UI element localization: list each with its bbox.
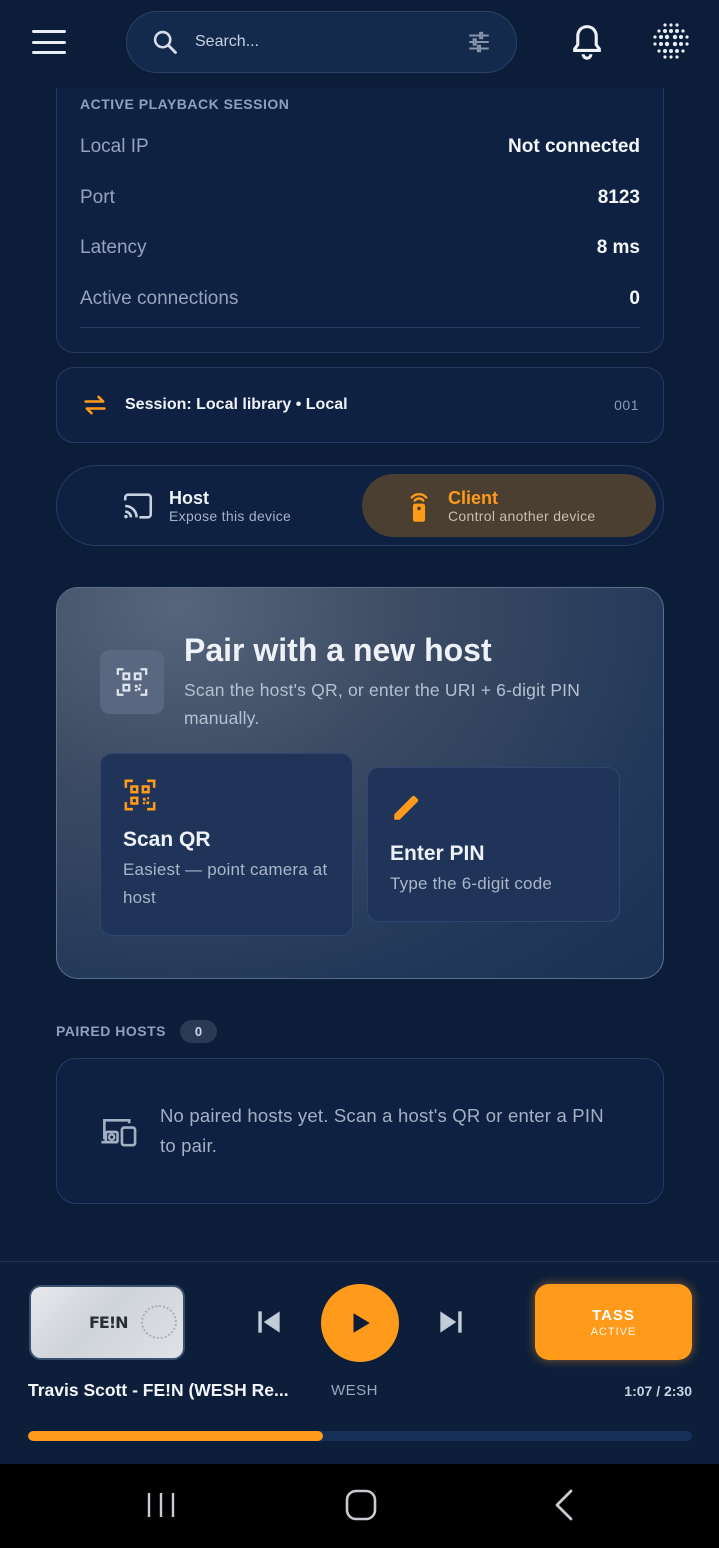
devices-icon (101, 1118, 137, 1147)
info-row-latency: Latency 8 ms (80, 237, 640, 259)
paired-hosts-empty-card: No paired hosts yet. Scan a host's QR or… (56, 1058, 664, 1204)
mode-toggle: Host Expose this device Client Control a… (56, 465, 664, 546)
info-value: 8123 (597, 187, 640, 208)
remote-control-icon (410, 492, 428, 522)
menu-line (32, 51, 66, 54)
enter-pin-title: Enter PIN (390, 842, 485, 865)
host-mode-title: Host (169, 487, 209, 508)
scan-qr-button[interactable]: Scan QR Easiest — point camera at host (100, 753, 353, 936)
info-label: Local IP (80, 136, 149, 157)
play-icon (353, 1313, 370, 1333)
progress-bar[interactable] (28, 1431, 692, 1441)
paired-hosts-count-badge: 0 (180, 1020, 217, 1043)
home-icon[interactable] (344, 1488, 378, 1522)
info-row-port: Port 8123 (80, 187, 640, 209)
session-id: 001 (614, 397, 639, 413)
album-art-logo: FE!N (89, 1313, 129, 1332)
tass-status: ACTIVE (590, 1325, 637, 1338)
info-value: 8 ms (596, 237, 640, 258)
back-icon[interactable] (551, 1488, 577, 1522)
info-label: Latency (80, 237, 147, 258)
pair-subtitle: Scan the host's QR, or enter the URI + 6… (184, 680, 581, 728)
session-card[interactable]: Session: Local library • Local 001 (56, 367, 664, 443)
swap-arrows-icon (84, 395, 106, 415)
client-mode-title: Client (448, 487, 499, 508)
album-art[interactable]: FE!N (29, 1285, 185, 1360)
pair-title: Pair with a new host (184, 632, 492, 668)
menu-line (32, 40, 66, 44)
tass-label: TASS (592, 1306, 635, 1324)
tune-sliders-icon[interactable] (466, 29, 492, 55)
divider (80, 327, 640, 328)
info-label: Port (80, 187, 115, 208)
client-mode-option[interactable]: Client Control another device (362, 474, 656, 537)
skip-next-icon[interactable] (434, 1306, 468, 1338)
dot-grid-icon[interactable] (650, 20, 692, 62)
bell-icon[interactable] (568, 22, 606, 62)
host-mode-option[interactable]: Host Expose this device (63, 474, 359, 537)
track-title: Travis Scott - FE!N (WESH Re... (28, 1380, 289, 1400)
play-button[interactable] (321, 1284, 399, 1362)
pair-panel: Pair with a new host Scan the host's QR,… (56, 587, 664, 979)
scan-qr-title: Scan QR (123, 828, 211, 851)
cast-icon (123, 492, 153, 519)
track-artist: WESH (331, 1382, 378, 1399)
menu-line (32, 30, 66, 33)
progress-fill (28, 1431, 324, 1441)
pencil-icon (394, 795, 419, 820)
session-label: Session: Local library • Local (125, 396, 348, 413)
menu-button[interactable] (30, 26, 68, 58)
empty-state-text: No paired hosts yet. Scan a host's QR or… (160, 1105, 604, 1156)
paired-hosts-label: PAIRED HOSTS (56, 1023, 166, 1039)
qr-code-icon (116, 668, 148, 696)
info-value: Not connected (508, 136, 640, 157)
tass-button[interactable]: TASS ACTIVE (535, 1284, 692, 1360)
session-info-card: ACTIVE PLAYBACK SESSION Local IP Not con… (56, 88, 664, 353)
qr-badge (100, 650, 164, 714)
search-input[interactable]: Search... (195, 33, 466, 51)
section-title: ACTIVE PLAYBACK SESSION (80, 96, 290, 112)
enter-pin-button[interactable]: Enter PIN Type the 6-digit code (367, 767, 620, 922)
search-bar[interactable]: Search... (126, 11, 517, 73)
recent-apps-icon[interactable] (145, 1490, 177, 1520)
info-row-active-connections: Active connections 0 (80, 288, 640, 310)
search-icon (153, 30, 177, 54)
album-art-decoration (141, 1305, 177, 1339)
skip-previous-icon[interactable] (252, 1306, 286, 1338)
info-value: 0 (629, 288, 640, 309)
track-time: 1:07 / 2:30 (624, 1383, 692, 1399)
enter-pin-subtitle: Type the 6-digit code (390, 874, 553, 893)
info-row-local-ip: Local IP Not connected (80, 136, 640, 158)
qr-scan-icon (124, 779, 156, 811)
info-label: Active connections (80, 288, 239, 309)
host-mode-subtitle: Expose this device (169, 507, 292, 524)
scan-qr-subtitle: Easiest — point camera at host (123, 860, 328, 907)
client-mode-subtitle: Control another device (448, 507, 596, 524)
